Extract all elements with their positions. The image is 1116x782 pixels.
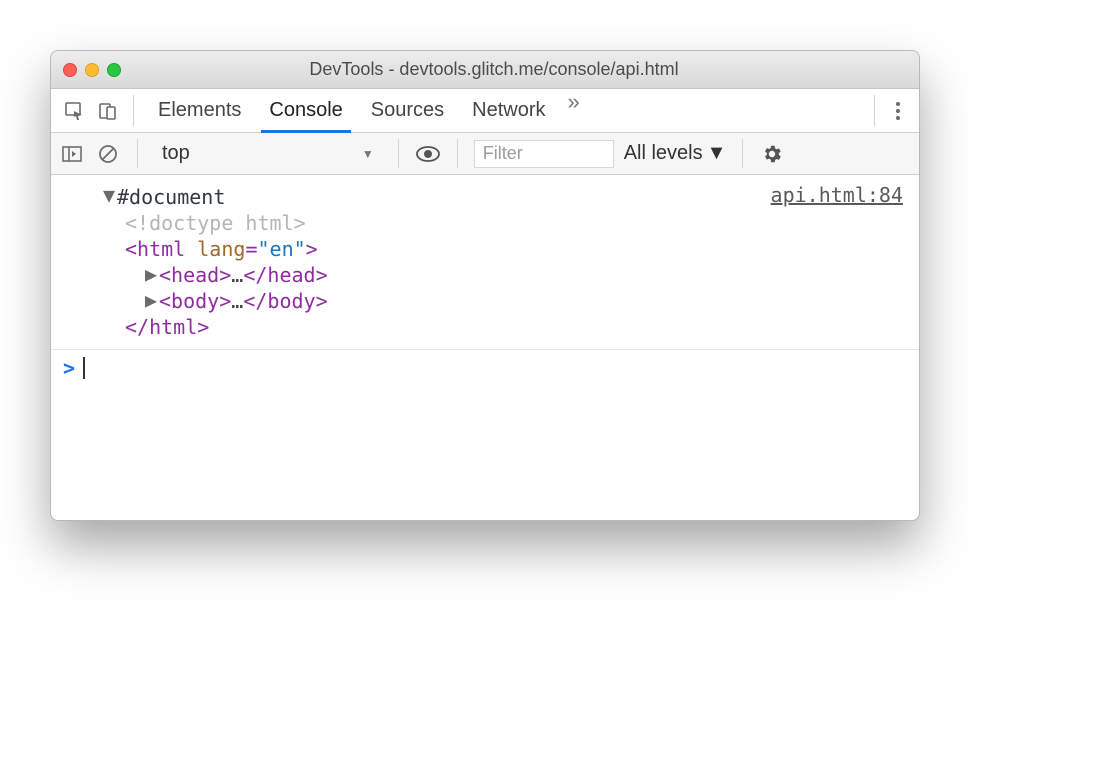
panel-tabs: Elements Console Sources Network » [144, 89, 588, 132]
maximize-window-button[interactable] [107, 63, 121, 77]
console-toolbar: top ▼ All levels ▼ [51, 133, 919, 175]
console-settings-icon[interactable] [759, 141, 785, 167]
body-node[interactable]: ▶<body>…</body> [103, 289, 771, 313]
disclosure-triangle-closed-icon[interactable]: ▶ [145, 288, 159, 312]
text-cursor [83, 357, 85, 379]
html-close-node[interactable]: </html> [103, 315, 771, 339]
settings-menu-button[interactable] [885, 100, 911, 122]
document-node[interactable]: ▼#document [103, 185, 771, 209]
source-link[interactable]: api.html:84 [771, 183, 903, 341]
clear-console-icon[interactable] [95, 141, 121, 167]
subbar-divider [398, 139, 399, 168]
log-level-label: All levels [624, 142, 703, 165]
tab-elements[interactable]: Elements [144, 89, 255, 132]
toolbar-divider [874, 95, 875, 126]
devtools-window: DevTools - devtools.glitch.me/console/ap… [50, 50, 920, 521]
traffic-lights [63, 63, 121, 77]
more-tabs-button[interactable]: » [560, 89, 588, 132]
console-output: ▼#document <!doctype html> <html lang="e… [51, 175, 919, 520]
log-level-selector[interactable]: All levels ▼ [624, 142, 727, 165]
filter-input[interactable] [474, 140, 614, 168]
prompt-arrow-icon: > [63, 356, 75, 380]
titlebar: DevTools - devtools.glitch.me/console/ap… [51, 51, 919, 89]
tab-sources[interactable]: Sources [357, 89, 458, 132]
live-expression-icon[interactable] [415, 141, 441, 167]
chevron-down-icon: ▼ [707, 142, 727, 165]
html-open-node[interactable]: <html lang="en"> [103, 237, 771, 261]
subbar-divider [742, 139, 743, 168]
chevron-down-icon: ▼ [362, 147, 374, 161]
console-log-entry: ▼#document <!doctype html> <html lang="e… [51, 175, 919, 341]
inspect-element-icon[interactable] [59, 96, 89, 126]
tab-console[interactable]: Console [255, 89, 356, 132]
main-toolbar: Elements Console Sources Network » [51, 89, 919, 133]
disclosure-triangle-open-icon[interactable]: ▼ [103, 183, 117, 207]
toggle-console-sidebar-icon[interactable] [59, 141, 85, 167]
dom-tree[interactable]: ▼#document <!doctype html> <html lang="e… [63, 183, 771, 341]
disclosure-triangle-closed-icon[interactable]: ▶ [145, 262, 159, 286]
toolbar-divider [133, 95, 134, 126]
subbar-divider [457, 139, 458, 168]
context-label: top [162, 142, 190, 165]
window-title: DevTools - devtools.glitch.me/console/ap… [141, 59, 907, 80]
console-prompt[interactable]: > [51, 350, 919, 520]
close-window-button[interactable] [63, 63, 77, 77]
device-toolbar-icon[interactable] [93, 96, 123, 126]
head-node[interactable]: ▶<head>…</head> [103, 263, 771, 287]
minimize-window-button[interactable] [85, 63, 99, 77]
context-selector[interactable]: top ▼ [154, 138, 382, 169]
doctype-node[interactable]: <!doctype html> [103, 211, 771, 235]
subbar-divider [137, 139, 138, 168]
tab-network[interactable]: Network [458, 89, 559, 132]
